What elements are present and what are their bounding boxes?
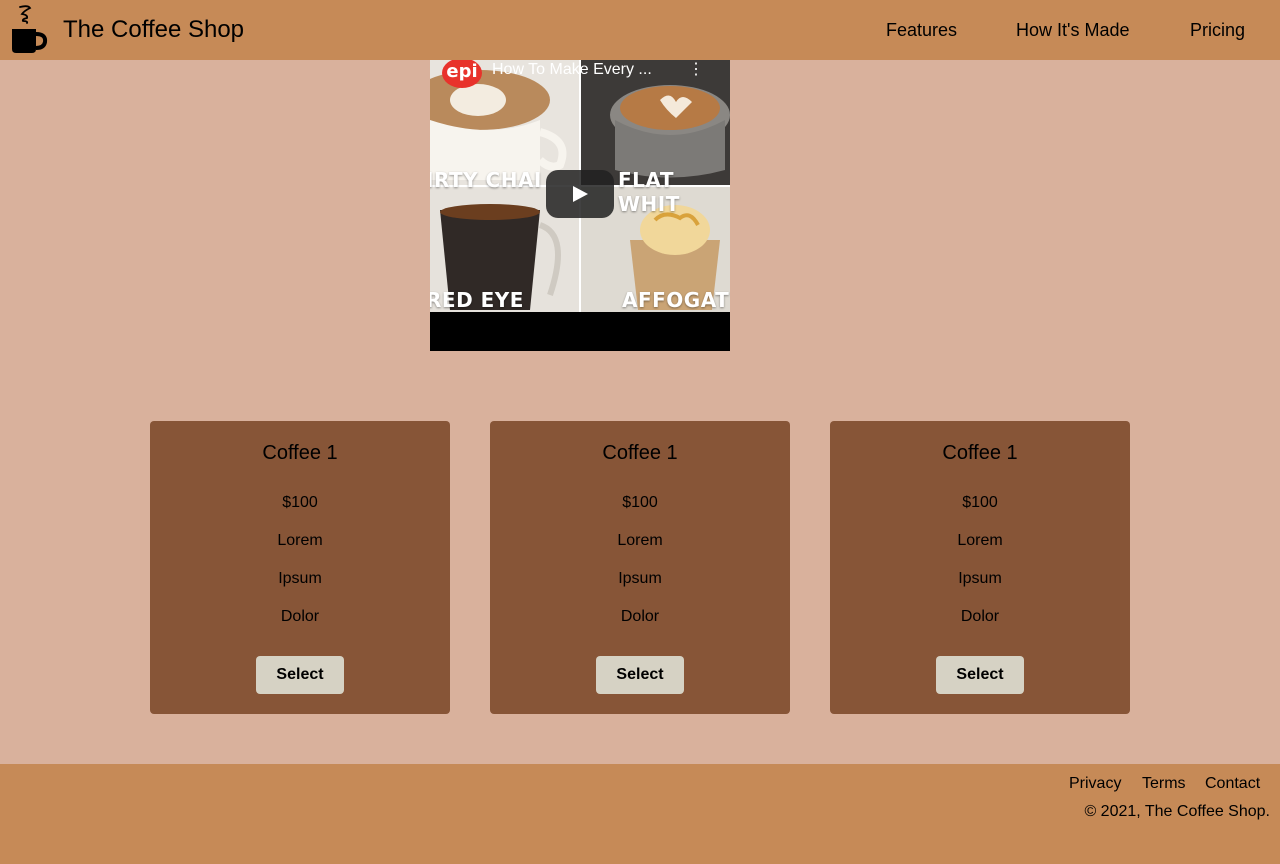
nav-pricing-link[interactable]: Pricing (1190, 19, 1245, 41)
select-button[interactable]: Select (936, 656, 1024, 694)
card-price: $100 (962, 494, 998, 511)
nav-features-link[interactable]: Features (886, 19, 957, 41)
main-nav: Features How It's Made Pricing (0, 19, 1280, 41)
card-feature: Ipsum (278, 570, 322, 587)
caption-chai: IRTY CHAI (430, 168, 542, 192)
pricing-cards: Coffee 1 $100 Lorem Ipsum Dolor Select C… (0, 421, 1280, 714)
video-title[interactable]: How To Make Every ... (492, 60, 672, 80)
footer-terms-link[interactable]: Terms (1142, 774, 1186, 794)
card-feature: Dolor (620, 608, 660, 625)
pricing-card: Coffee 1 $100 Lorem Ipsum Dolor Select (830, 421, 1130, 714)
footer-privacy-link[interactable]: Privacy (1069, 774, 1121, 794)
footer: Privacy Terms Contact © 2021, The Coffee… (0, 764, 1280, 864)
card-feature: Lorem (617, 532, 663, 549)
play-button[interactable] (546, 170, 614, 218)
header: The Coffee Shop Features How It's Made P… (0, 0, 1280, 60)
card-title: Coffee 1 (942, 442, 1018, 464)
play-icon (573, 186, 588, 202)
card-price: $100 (282, 494, 318, 511)
footer-contact-link[interactable]: Contact (1205, 774, 1260, 794)
more-options-icon[interactable]: ⋮ (688, 60, 704, 80)
caption-red-eye: RED EYE (430, 288, 524, 312)
card-title: Coffee 1 (602, 442, 678, 464)
pricing-card: Coffee 1 $100 Lorem Ipsum Dolor Select (490, 421, 790, 714)
caption-affogato: AFFOGAT (622, 288, 730, 312)
pricing-card: Coffee 1 $100 Lorem Ipsum Dolor Select (150, 421, 450, 714)
card-feature: Lorem (957, 532, 1003, 549)
nav-how-its-made-link[interactable]: How It's Made (1016, 19, 1129, 41)
copyright: © 2021, The Coffee Shop. (1084, 803, 1270, 820)
select-button[interactable]: Select (256, 656, 344, 694)
card-feature: Dolor (960, 608, 1000, 625)
card-feature: Lorem (277, 532, 323, 549)
card-feature: Dolor (280, 608, 320, 625)
caption-flat-white: FLAT WHIT (618, 168, 680, 216)
select-button[interactable]: Select (596, 656, 684, 694)
card-feature: Ipsum (958, 570, 1002, 587)
video-embed[interactable]: IRTY CHAI FLAT WHIT RED EYE AFFOGAT epi … (430, 60, 730, 351)
card-price: $100 (622, 494, 658, 511)
card-title: Coffee 1 (262, 442, 338, 464)
card-feature: Ipsum (618, 570, 662, 587)
